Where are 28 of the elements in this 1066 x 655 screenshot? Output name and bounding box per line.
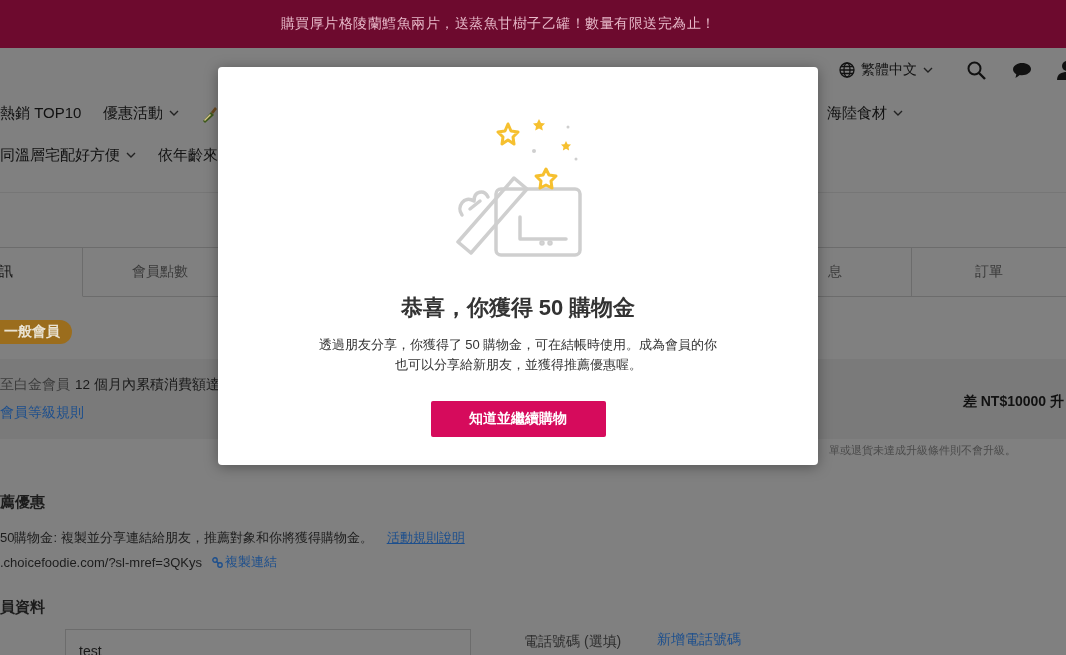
phone-label: 電話號碼 (選填) <box>524 633 622 651</box>
language-selector[interactable]: 繁體中文 <box>839 61 933 79</box>
modal-title: 恭喜，你獲得 50 購物金 <box>400 297 636 319</box>
nav-item[interactable]: 同溫層宅配好方便 <box>0 145 136 165</box>
member-tab[interactable]: 訂單 <box>912 248 1066 297</box>
chat-icon[interactable] <box>1012 61 1032 79</box>
search-icon[interactable] <box>967 60 986 80</box>
section-heading: 員資料 <box>0 598 46 617</box>
announcement-text: 購買厚片格陵蘭鱈魚兩片，送蒸魚甘樹子乙罐！數量有限送完為止！ <box>280 15 716 33</box>
section-heading: 薦優惠 <box>0 493 46 512</box>
referral-url: .choicefoodie.com/?sl-mref=3QKys <box>0 554 202 570</box>
chevron-down-icon <box>893 109 903 117</box>
next-level-label: 至白金會員 <box>0 376 70 394</box>
link-icon <box>211 556 223 568</box>
level-condition-text: 12 個月內累積消費額達 <box>75 376 220 394</box>
member-level-badge: 一般會員 <box>0 320 72 344</box>
modal-message: 透過朋友分享，你獲得了 50 購物金，可在結帳時使用。成為會員的你 也可以分享給新朋友，並獲得推薦優惠喔。 <box>318 336 718 374</box>
continue-shopping-button[interactable]: 知道並繼續購物 <box>430 401 606 437</box>
nav-item[interactable]: 優惠活動 <box>103 103 180 123</box>
chevron-down-icon <box>126 151 136 159</box>
nav-item[interactable]: 依年齡來 <box>158 145 218 165</box>
chevron-down-icon <box>923 66 933 74</box>
remaining-amount-text: 差 NT$10000 升 <box>962 393 1064 411</box>
nav-item[interactable]: 熱銷 TOP10 <box>0 103 82 123</box>
referral-description: 50購物金: 複製並分享連結給朋友，推薦對象和你將獲得購物金。 <box>0 529 373 547</box>
chevron-down-icon <box>169 109 180 117</box>
nav-item[interactable]: 海陸食材 <box>827 103 903 123</box>
globe-icon <box>839 62 855 78</box>
